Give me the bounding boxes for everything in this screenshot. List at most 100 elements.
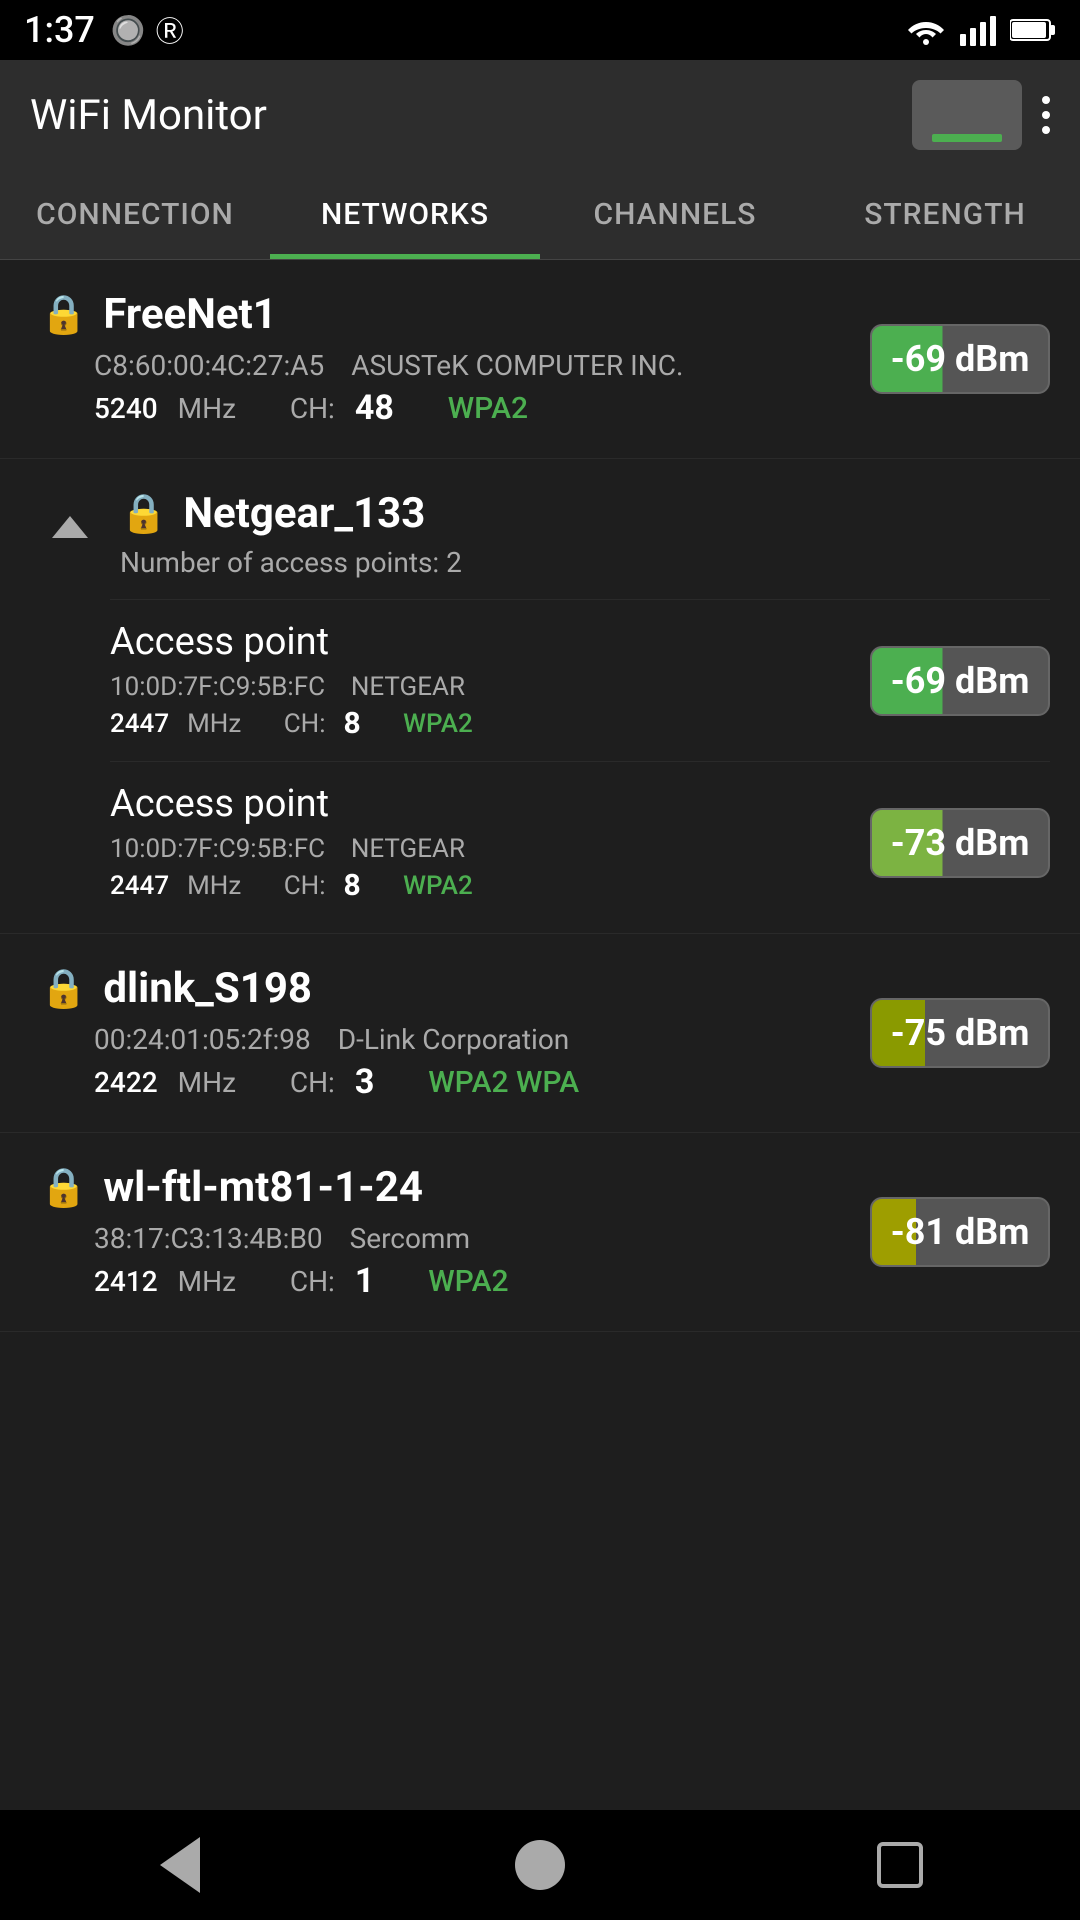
freq-wlftl: 2412 — [94, 1265, 158, 1298]
home-button[interactable] — [505, 1830, 575, 1900]
network-header-freenet1: 🔒 FreeNet1 — [40, 290, 870, 339]
back-icon — [160, 1837, 200, 1893]
network-name-wlftl: wl-ftl-mt81-1-24 — [103, 1163, 423, 1212]
frequnit-wlftl: MHz — [178, 1265, 236, 1298]
networks-list: 🔒 FreeNet1 C8:60:00:4C:27:A5 ASUSTeK COM… — [0, 260, 1080, 1571]
security-wlftl: WPA2 — [428, 1264, 508, 1299]
frequnit-dlink: MHz — [178, 1066, 236, 1099]
network-name-netgear133: Netgear_133 — [183, 489, 425, 538]
status-icons: 🔘 Ⓡ — [111, 10, 184, 50]
vendor-wlftl: Sercomm — [350, 1222, 470, 1255]
network-tech-dlink: 2422 MHz CH: 3 WPA2 WPA — [94, 1062, 870, 1102]
chevron-up-icon — [52, 516, 88, 538]
access-point-item-2: Access point 10:0D:7F:C9:5B:FC NETGEAR 2… — [110, 761, 1050, 923]
overflow-dot-2 — [1042, 111, 1050, 119]
netgear-name-block: 🔒 Netgear_133 Number of access points: 2 — [120, 489, 462, 579]
tab-bar: CONNECTION NETWORKS CHANNELS STRENGTH — [0, 170, 1080, 260]
ch-label-dlink: CH: — [290, 1066, 335, 1099]
ap-chlabel-2: CH: — [284, 871, 326, 901]
battery-status-icon — [1010, 16, 1056, 44]
ap-freq-2: 2447 — [110, 871, 169, 901]
ap-vendor-2: NETGEAR — [351, 834, 465, 864]
overflow-dot-1 — [1042, 96, 1050, 104]
status-time: 1:37 — [24, 9, 95, 51]
ap-info-1: Access point 10:0D:7F:C9:5B:FC NETGEAR 2… — [110, 620, 473, 741]
netgear-header-left: 🔒 Netgear_133 Number of access points: 2 — [40, 489, 462, 579]
collapse-button-netgear133[interactable] — [40, 497, 100, 557]
ap-details-2: 10:0D:7F:C9:5B:FC NETGEAR — [110, 834, 473, 864]
network-info-dlink: 🔒 dlink_S198 00:24:01:05:2f:98 D-Link Co… — [40, 964, 870, 1102]
network-header-dlink: 🔒 dlink_S198 — [40, 964, 870, 1013]
mac-dlink: 00:24:01:05:2f:98 — [94, 1023, 311, 1056]
access-point-count-netgear133: Number of access points: 2 — [120, 546, 462, 579]
ch-label-freenet1: CH: — [290, 392, 335, 425]
ap-security-1: WPA2 — [403, 709, 473, 739]
access-point-item-1: Access point 10:0D:7F:C9:5B:FC NETGEAR 2… — [110, 599, 1050, 761]
mac-freenet1: C8:60:00:4C:27:A5 — [94, 349, 324, 382]
mac-wlftl: 38:17:C3:13:4B:B0 — [94, 1222, 323, 1255]
signal-strength-button[interactable] — [912, 80, 1022, 150]
network-tech-wlftl: 2412 MHz CH: 1 WPA2 — [94, 1261, 870, 1301]
content-spacer — [0, 1571, 1080, 1810]
status-bar-right — [906, 14, 1056, 46]
status-bar-left: 1:37 🔘 Ⓡ — [24, 9, 184, 51]
network-item-dlink: 🔒 dlink_S198 00:24:01:05:2f:98 D-Link Co… — [0, 934, 1080, 1133]
sync-icon: Ⓡ — [156, 10, 184, 50]
lock-icon-netgear133: 🔒 — [120, 492, 167, 536]
network-header-wlftl: 🔒 wl-ftl-mt81-1-24 — [40, 1163, 870, 1212]
status-bar: 1:37 🔘 Ⓡ — [0, 0, 1080, 60]
app-bar: WiFi Monitor — [0, 60, 1080, 170]
notification-icon: 🔘 — [111, 14, 146, 47]
overflow-menu-button[interactable] — [1042, 96, 1050, 134]
ap-freq-1: 2447 — [110, 709, 169, 739]
netgear-header: 🔒 Netgear_133 Number of access points: 2 — [0, 459, 1080, 599]
back-button[interactable] — [145, 1830, 215, 1900]
lock-icon-dlink: 🔒 — [40, 967, 87, 1011]
ap-ch-1: 8 — [344, 706, 361, 741]
home-icon — [515, 1840, 565, 1890]
netgear-name-row: 🔒 Netgear_133 — [120, 489, 462, 538]
freq-dlink: 2422 — [94, 1066, 158, 1099]
bottom-navigation — [0, 1810, 1080, 1920]
network-info-wlftl: 🔒 wl-ftl-mt81-1-24 38:17:C3:13:4B:B0 Ser… — [40, 1163, 870, 1301]
dbm-badge-freenet1: -69 dBm — [870, 324, 1050, 394]
network-group-netgear133: 🔒 Netgear_133 Number of access points: 2… — [0, 459, 1080, 934]
network-name-freenet1: FreeNet1 — [103, 290, 277, 339]
vendor-dlink: D-Link Corporation — [338, 1023, 570, 1056]
ch-freenet1: 48 — [355, 388, 394, 428]
recents-icon — [877, 1842, 923, 1888]
overflow-dot-3 — [1042, 126, 1050, 134]
ap-tech-2: 2447 MHz CH: 8 WPA2 — [110, 868, 473, 903]
dbm-badge-ap2: -73 dBm — [870, 808, 1050, 878]
access-points-list-netgear133: Access point 10:0D:7F:C9:5B:FC NETGEAR 2… — [0, 599, 1080, 933]
ap-info-2: Access point 10:0D:7F:C9:5B:FC NETGEAR 2… — [110, 782, 473, 903]
tab-strength[interactable]: STRENGTH — [810, 170, 1080, 259]
recents-button[interactable] — [865, 1830, 935, 1900]
ap-ch-2: 8 — [344, 868, 361, 903]
tab-connection[interactable]: CONNECTION — [0, 170, 270, 259]
ap-name-1: Access point — [110, 620, 473, 664]
app-bar-actions — [912, 80, 1050, 150]
ap-frequnit-2: MHz — [187, 871, 241, 901]
security-dlink: WPA2 WPA — [428, 1065, 579, 1100]
ap-name-2: Access point — [110, 782, 473, 826]
network-details-wlftl: 38:17:C3:13:4B:B0 Sercomm — [94, 1222, 870, 1255]
ch-wlftl: 1 — [355, 1261, 375, 1301]
network-tech-freenet1: 5240 MHz CH: 48 WPA2 — [94, 388, 870, 428]
ap-vendor-1: NETGEAR — [351, 672, 465, 702]
dbm-badge-dlink: -75 dBm — [870, 998, 1050, 1068]
lock-icon-freenet1: 🔒 — [40, 293, 87, 337]
tab-channels[interactable]: CHANNELS — [540, 170, 810, 259]
ap-security-2: WPA2 — [403, 871, 473, 901]
dbm-badge-ap1: -69 dBm — [870, 646, 1050, 716]
frequnit-freenet1: MHz — [178, 392, 236, 425]
vendor-freenet1: ASUSTeK COMPUTER INC. — [351, 349, 683, 382]
ap-tech-1: 2447 MHz CH: 8 WPA2 — [110, 706, 473, 741]
signal-bar-indicator — [932, 134, 1002, 142]
app-title: WiFi Monitor — [30, 91, 267, 140]
ap-details-1: 10:0D:7F:C9:5B:FC NETGEAR — [110, 672, 473, 702]
ap-mac-1: 10:0D:7F:C9:5B:FC — [110, 672, 325, 702]
network-info-freenet1: 🔒 FreeNet1 C8:60:00:4C:27:A5 ASUSTeK COM… — [40, 290, 870, 428]
network-item-wlftl: 🔒 wl-ftl-mt81-1-24 38:17:C3:13:4B:B0 Ser… — [0, 1133, 1080, 1332]
tab-networks[interactable]: NETWORKS — [270, 170, 540, 259]
